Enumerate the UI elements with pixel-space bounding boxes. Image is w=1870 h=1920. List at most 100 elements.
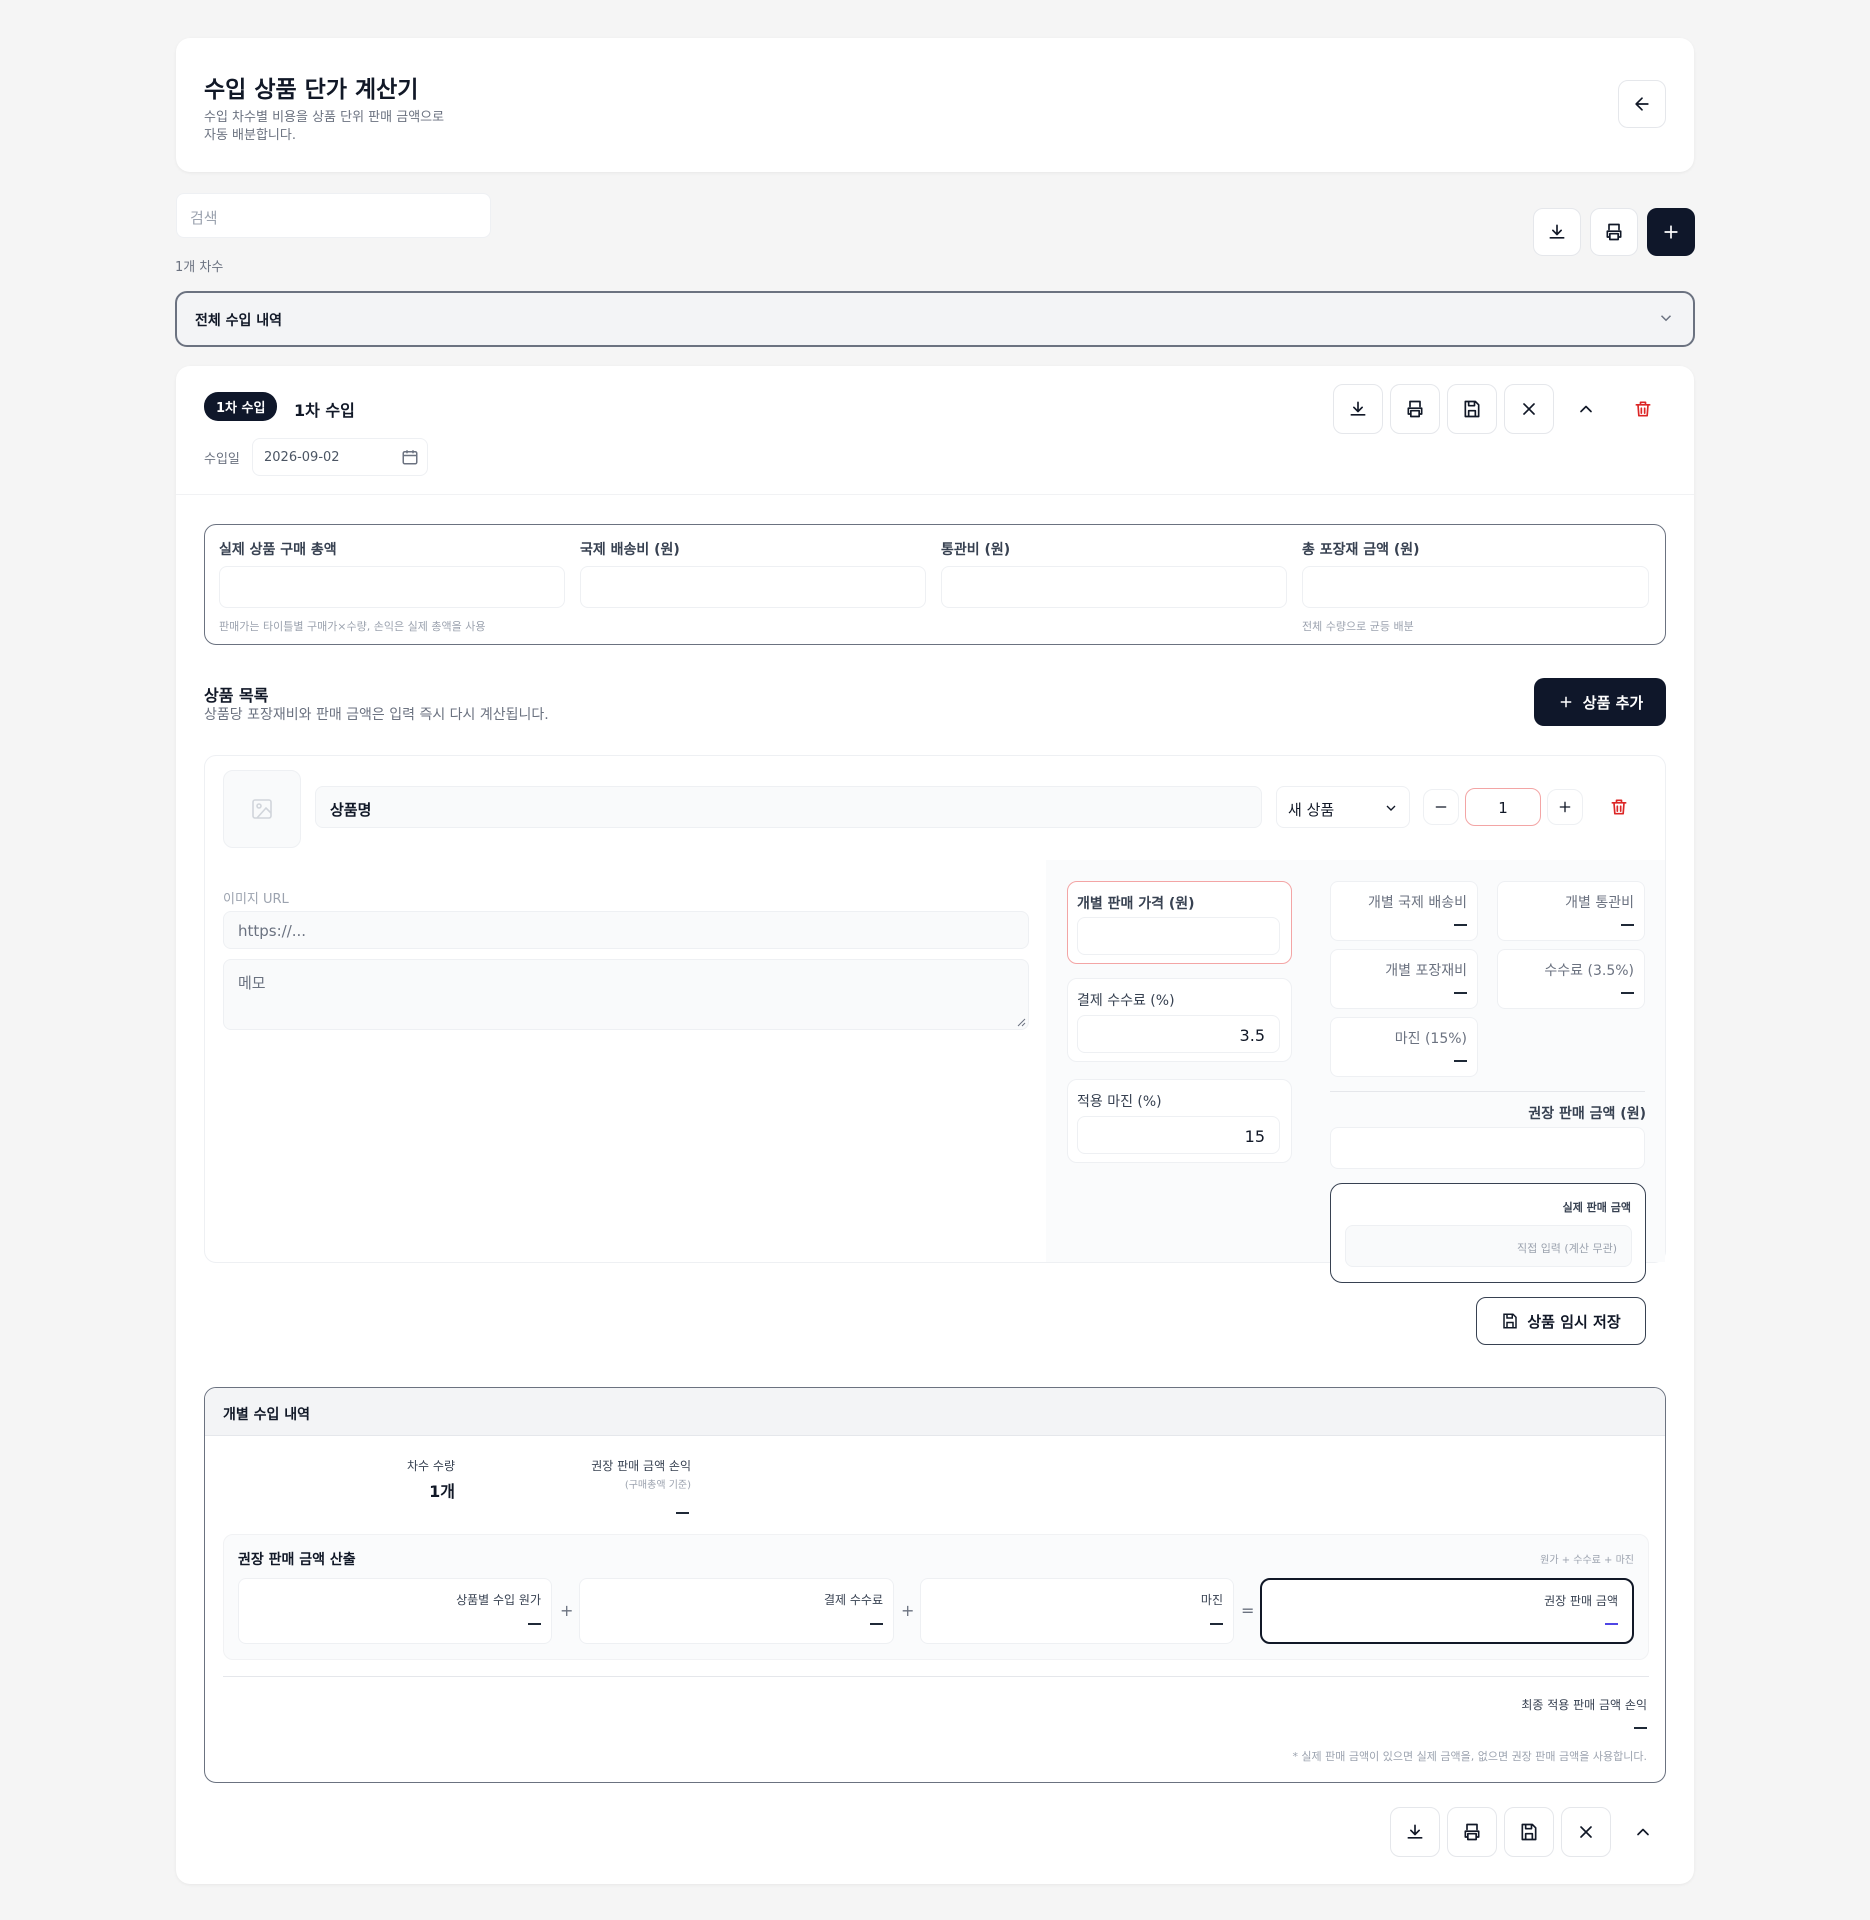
batch-download-button[interactable] (1333, 384, 1383, 434)
image-url-label: 이미지 URL (223, 892, 289, 907)
page-title: 수입 상품 단가 계산기 (204, 77, 419, 103)
calc-result-value (1605, 1623, 1618, 1625)
save-icon (1521, 1823, 1537, 1841)
plus-sign-1: + (560, 1601, 574, 1620)
calc-result-box: 권장 판매 금액 (1260, 1578, 1634, 1644)
product-image[interactable] (223, 770, 301, 848)
batch-count: 1개 차수 (175, 260, 224, 275)
add-product-label: 상품 추가 (1582, 693, 1644, 712)
actual-price-box: 실제 판매 금액 직접 입력 (계산 무관) (1330, 1183, 1646, 1283)
packaging-hint: 전체 수량으로 균등 배분 (1302, 620, 1414, 633)
calc-margin-box: 마진 (920, 1578, 1234, 1644)
plus-icon (1560, 696, 1572, 708)
stat-shipping-label: 개별 국제 배송비 (1367, 895, 1467, 911)
calc-margin-value (1210, 1623, 1223, 1625)
calc-margin-label: 마진 (1200, 1593, 1223, 1607)
chevron-up-icon (1637, 1828, 1649, 1836)
header-card: 수입 상품 단가 계산기 수입 차수별 비용을 상품 단위 판매 금액으로 자동… (176, 38, 1694, 172)
batch-title: 1차 수입 (294, 401, 355, 420)
unit-price-input[interactable] (1077, 917, 1280, 955)
back-button[interactable] (1618, 80, 1666, 128)
stat-margin-value (1454, 1060, 1467, 1062)
search-input[interactable]: 검색 (176, 193, 491, 238)
margin-label: 적용 마진 (%) (1077, 1094, 1162, 1110)
batch-print-button[interactable] (1390, 384, 1440, 434)
margin-value: 15 (1244, 1127, 1265, 1146)
quantity-value: 1 (1498, 799, 1508, 817)
batch-card: 1차 수입 1차 수입 수입일 2026-09-02 실제 상품 구매 총액 판… (176, 366, 1694, 1884)
stat-customs: 개별 통관비 (1497, 881, 1645, 941)
product-card: 상품명 새 상품 1 이미지 URL https://... 메모 개별 판매 … (204, 755, 1666, 1283)
product-name-placeholder: 상품명 (330, 801, 372, 819)
add-product-button[interactable]: 상품 추가 (1534, 678, 1666, 726)
date-input[interactable]: 2026-09-02 (252, 438, 428, 476)
bottom-close-button[interactable] (1561, 1807, 1611, 1857)
close-icon (1523, 403, 1535, 415)
bottom-save-button[interactable] (1504, 1807, 1554, 1857)
bottom-collapse-button[interactable] (1618, 1807, 1668, 1857)
quantity-input[interactable]: 1 (1465, 788, 1541, 826)
trash-icon (1635, 401, 1651, 417)
bottom-print-button[interactable] (1447, 1807, 1497, 1857)
shipping-input[interactable] (580, 566, 926, 608)
unit-price-box: 개별 판매 가격 (원) (1067, 881, 1292, 964)
recommended-price-output (1330, 1127, 1645, 1169)
products-subtitle: 상품당 포장재비와 판매 금액은 입력 즉시 다시 계산됩니다. (204, 707, 549, 723)
stat-customs-value (1621, 924, 1634, 926)
stat-customs-label: 개별 통관비 (1565, 895, 1634, 911)
calc-fee-box: 결제 수수료 (579, 1578, 894, 1644)
minus-icon (1435, 806, 1447, 808)
download-icon (1350, 401, 1366, 416)
payment-fee-input[interactable]: 3.5 (1077, 1015, 1280, 1053)
save-icon (1464, 400, 1480, 418)
calendar-icon[interactable] (401, 448, 419, 466)
stat-packaging-label: 개별 포장재비 (1385, 963, 1467, 979)
profit-label: 권장 판매 금액 손익 (591, 1459, 691, 1473)
arrow-left-icon (1635, 97, 1649, 111)
all-imports-accordion[interactable]: 전체 수입 내역 (175, 291, 1695, 347)
product-name-input[interactable]: 상품명 (315, 786, 1262, 828)
purchase-total-label: 실제 상품 구매 총액 (219, 542, 337, 558)
customs-input[interactable] (941, 566, 1287, 608)
product-status-select[interactable]: 새 상품 (1276, 786, 1410, 828)
print-all-button[interactable] (1590, 208, 1638, 256)
quantity-increase-button[interactable] (1547, 789, 1583, 825)
qty-label: 차수 수량 (407, 1459, 455, 1473)
memo-textarea[interactable]: 메모 (223, 959, 1029, 1030)
chevron-down-icon (1386, 805, 1396, 811)
individual-panel: 개별 수입 내역 차수 수량 1개 권장 판매 금액 손익 (구매총액 기준) … (204, 1387, 1666, 1783)
stat-fee-label: 수수료 (3.5%) (1544, 963, 1634, 979)
image-url-input[interactable]: https://... (223, 911, 1029, 949)
quantity-decrease-button[interactable] (1423, 789, 1459, 825)
date-value: 2026-09-02 (264, 450, 340, 465)
actual-price-label: 실제 판매 금액 (1562, 1201, 1631, 1214)
batch-save-button[interactable] (1447, 384, 1497, 434)
batch-collapse-button[interactable] (1561, 384, 1611, 434)
image-placeholder-icon (252, 799, 272, 819)
qty-value: 1개 (429, 1482, 455, 1501)
packaging-input[interactable] (1302, 566, 1649, 608)
margin-input[interactable]: 15 (1077, 1116, 1280, 1154)
plus-icon (1559, 801, 1571, 813)
print-icon (1464, 1823, 1480, 1841)
cost-fields-box: 실제 상품 구매 총액 판매가는 타이틀별 구매가×수량, 손익은 실제 총액을… (204, 524, 1666, 645)
add-batch-button[interactable] (1647, 208, 1695, 256)
resize-handle-icon[interactable] (1016, 1017, 1026, 1027)
actual-price-input[interactable]: 직접 입력 (계산 무관) (1345, 1225, 1632, 1267)
chevron-up-icon (1580, 405, 1592, 413)
bottom-download-button[interactable] (1390, 1807, 1440, 1857)
batch-badge: 1차 수입 (204, 392, 278, 421)
unit-price-label: 개별 판매 가격 (원) (1077, 896, 1195, 912)
temp-save-button[interactable]: 상품 임시 저장 (1476, 1297, 1646, 1345)
download-all-button[interactable] (1533, 208, 1581, 256)
payment-fee-value: 3.5 (1239, 1026, 1265, 1045)
page-subtitle-line2: 자동 배분합니다. (204, 128, 296, 143)
equals-sign: = (1241, 1601, 1255, 1620)
customs-label: 통관비 (원) (941, 542, 1011, 558)
product-delete-button[interactable] (1601, 789, 1637, 825)
batch-close-button[interactable] (1504, 384, 1554, 434)
batch-delete-button[interactable] (1618, 384, 1668, 434)
individual-title: 개별 수입 내역 (223, 1407, 311, 1423)
purchase-total-input[interactable] (219, 566, 565, 608)
packaging-label: 총 포장재 금액 (원) (1302, 542, 1420, 558)
